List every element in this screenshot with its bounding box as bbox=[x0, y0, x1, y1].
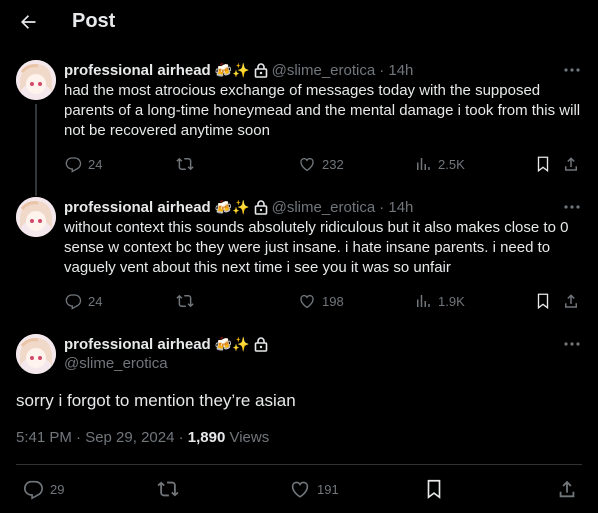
views-button[interactable]: 1.9K bbox=[414, 291, 465, 311]
like-icon bbox=[289, 478, 311, 500]
post-text: had the most atrocious exchange of messa… bbox=[64, 82, 581, 139]
more-icon[interactable] bbox=[562, 334, 582, 354]
author-row: professional airhead 🍻✨ bbox=[64, 334, 268, 354]
more-icon[interactable] bbox=[562, 197, 582, 217]
action-bar: 29 191 bbox=[0, 465, 598, 513]
reply-icon bbox=[64, 155, 82, 173]
avatar[interactable] bbox=[16, 60, 56, 100]
views-label: Views bbox=[225, 429, 270, 446]
views-icon bbox=[414, 155, 432, 173]
avatar[interactable] bbox=[16, 197, 56, 237]
bookmark-icon bbox=[534, 155, 552, 173]
post-meta: 5:41 PM · Sep 29, 2024 · 1,890 Views bbox=[16, 429, 269, 446]
back-arrow-icon[interactable] bbox=[16, 10, 40, 34]
retweet-button[interactable] bbox=[176, 291, 194, 311]
retweet-icon bbox=[176, 292, 194, 310]
like-icon bbox=[298, 155, 316, 173]
more-icon[interactable] bbox=[562, 60, 582, 80]
post-text: without context this sounds absolutely r… bbox=[64, 219, 569, 276]
like-button[interactable]: 191 bbox=[289, 479, 339, 499]
like-count: 191 bbox=[317, 481, 339, 497]
reply-count: 24 bbox=[88, 293, 103, 309]
bookmark-icon bbox=[423, 478, 445, 500]
display-name[interactable]: professional airhead bbox=[64, 199, 211, 216]
bookmark-button[interactable] bbox=[423, 479, 445, 499]
reply-button[interactable]: 29 bbox=[22, 478, 65, 500]
like-icon bbox=[298, 292, 316, 310]
view-count: 1.9K bbox=[438, 293, 465, 309]
post-text: sorry i forgot to mention they’re asian bbox=[16, 391, 296, 410]
retweet-button[interactable] bbox=[176, 154, 194, 174]
reply-button[interactable]: 24 bbox=[64, 154, 102, 174]
post-timestamp[interactable]: 5:41 PM · Sep 29, 2024 · bbox=[16, 429, 188, 446]
handle[interactable]: @slime_erotica bbox=[272, 199, 376, 216]
reply-count: 29 bbox=[50, 481, 65, 497]
share-button[interactable] bbox=[556, 479, 578, 499]
handle[interactable]: @slime_erotica bbox=[272, 62, 376, 79]
bookmark-button[interactable] bbox=[534, 291, 552, 311]
bookmark-button[interactable] bbox=[534, 154, 552, 174]
views-button[interactable]: 2.5K bbox=[414, 154, 465, 174]
like-button[interactable]: 232 bbox=[298, 154, 344, 174]
share-icon bbox=[556, 478, 578, 500]
post-time[interactable]: · 14h bbox=[379, 62, 413, 79]
display-name[interactable]: professional airhead bbox=[64, 62, 211, 79]
lock-icon bbox=[254, 336, 268, 352]
post-time[interactable]: · 14h bbox=[379, 199, 413, 216]
reply-count: 24 bbox=[88, 156, 103, 172]
action-bar: 24 232 2.5K bbox=[64, 154, 584, 174]
like-count: 198 bbox=[322, 293, 344, 309]
thread-connector bbox=[35, 104, 37, 196]
author-row: professional airhead 🍻✨ @slime_erotica ·… bbox=[64, 60, 413, 80]
top-header: Post bbox=[0, 0, 598, 44]
share-icon bbox=[562, 155, 580, 173]
bookmark-icon bbox=[534, 292, 552, 310]
view-count: 1,890 bbox=[187, 429, 226, 446]
display-name[interactable]: professional airhead bbox=[64, 336, 211, 353]
like-count: 232 bbox=[322, 156, 344, 172]
reply-button[interactable]: 24 bbox=[64, 291, 102, 311]
name-emoji: 🍻✨ bbox=[214, 198, 250, 215]
page-title: Post bbox=[72, 10, 116, 32]
share-icon bbox=[562, 292, 580, 310]
like-button[interactable]: 198 bbox=[298, 291, 344, 311]
lock-icon bbox=[254, 62, 268, 78]
name-emoji: 🍻✨ bbox=[214, 335, 250, 352]
avatar[interactable] bbox=[16, 334, 56, 374]
handle[interactable]: @slime_erotica bbox=[64, 355, 168, 372]
retweet-button[interactable] bbox=[157, 479, 179, 499]
retweet-icon bbox=[176, 155, 194, 173]
action-bar: 24 198 1.9K bbox=[64, 291, 584, 311]
view-count: 2.5K bbox=[438, 156, 465, 172]
name-emoji: 🍻✨ bbox=[214, 61, 250, 78]
retweet-icon bbox=[157, 478, 179, 500]
reply-icon bbox=[22, 478, 44, 500]
lock-icon bbox=[254, 199, 268, 215]
reply-icon bbox=[64, 292, 82, 310]
views-icon bbox=[414, 292, 432, 310]
author-row: professional airhead 🍻✨ @slime_erotica ·… bbox=[64, 197, 413, 217]
share-button[interactable] bbox=[562, 154, 580, 174]
share-button[interactable] bbox=[562, 291, 580, 311]
